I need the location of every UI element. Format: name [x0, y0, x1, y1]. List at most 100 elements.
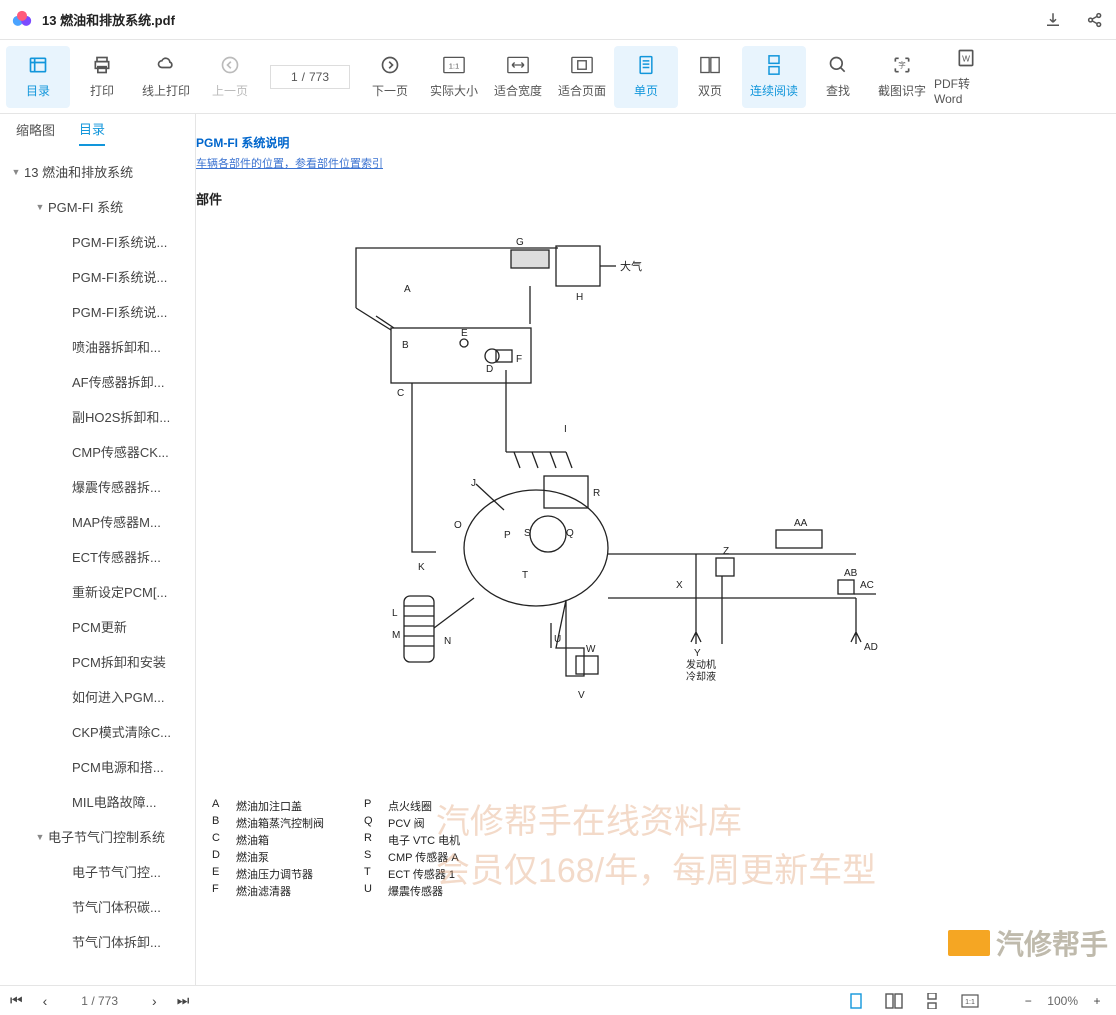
- svg-text:V: V: [578, 690, 585, 701]
- tab-thumbnail[interactable]: 缩略图: [16, 120, 55, 145]
- tree-node[interactable]: PCM电源和搭...: [0, 749, 195, 784]
- svg-text:M: M: [392, 630, 400, 641]
- tree-node[interactable]: MIL电路故障...: [0, 784, 195, 819]
- tree-node[interactable]: PCM拆卸和安装: [0, 644, 195, 679]
- double-view-icon[interactable]: [885, 992, 903, 1010]
- legend-row: P点火线圈: [364, 798, 460, 814]
- tree-node[interactable]: 爆震传感器拆...: [0, 469, 195, 504]
- tree-node[interactable]: CKP模式清除C...: [0, 714, 195, 749]
- tab-toc[interactable]: 目录: [79, 119, 105, 146]
- legend-row: U爆震传感器: [364, 883, 460, 899]
- tree-node[interactable]: 副HO2S拆卸和...: [0, 399, 195, 434]
- svg-text:大气: 大气: [620, 259, 642, 273]
- svg-text:AB: AB: [844, 568, 858, 579]
- tree-node[interactable]: PGM-FI系统说...: [0, 224, 195, 259]
- chevron-down-icon: ▼: [10, 167, 22, 177]
- svg-text:T: T: [522, 570, 528, 581]
- toc-button[interactable]: 目录: [6, 46, 70, 108]
- tree-node[interactable]: 节气门体拆卸...: [0, 924, 195, 959]
- search-icon: [827, 54, 849, 76]
- first-page-icon[interactable]: ⏮: [10, 992, 23, 1009]
- tree-node[interactable]: 重新设定PCM[...: [0, 574, 195, 609]
- download-icon[interactable]: [1044, 11, 1062, 29]
- tree-node[interactable]: AF传感器拆卸...: [0, 364, 195, 399]
- single-view-icon[interactable]: [847, 992, 865, 1010]
- online-print-label: 线上打印: [142, 82, 190, 99]
- view-controls: 1:1 − 100% +: [847, 992, 1106, 1010]
- zoom-in-icon[interactable]: +: [1088, 992, 1106, 1010]
- svg-text:J: J: [471, 478, 476, 489]
- next-page-icon[interactable]: ›: [152, 993, 157, 1009]
- ratio-view-icon[interactable]: 1:1: [961, 992, 979, 1010]
- tree-node[interactable]: ECT传感器拆...: [0, 539, 195, 574]
- page-number-box[interactable]: 1 / 773: [262, 46, 358, 108]
- tree-node[interactable]: 如何进入PGM...: [0, 679, 195, 714]
- page-sep: /: [302, 70, 305, 84]
- svg-text:B: B: [402, 340, 409, 351]
- tree-node-throttle[interactable]: ▼电子节气门控制系统: [0, 819, 195, 854]
- tree-node[interactable]: 节气门体积碳...: [0, 889, 195, 924]
- svg-text:Z: Z: [723, 546, 729, 557]
- page-link[interactable]: 车辆各部件的位置，参看部件位置索引: [196, 155, 1116, 171]
- tree-node[interactable]: PCM更新: [0, 609, 195, 644]
- double-page-label: 双页: [698, 82, 722, 99]
- continuous-button[interactable]: 连续阅读: [742, 46, 806, 108]
- tree-node[interactable]: PGM-FI系统说...: [0, 259, 195, 294]
- zoom-control: − 100% +: [1019, 992, 1106, 1010]
- content-area: 缩略图 目录 ▼13 燃油和排放系统 ▼PGM-FI 系统 PGM-FI系统说.…: [0, 114, 1116, 985]
- cloud-print-icon: [155, 54, 177, 76]
- double-page-button[interactable]: 双页: [678, 46, 742, 108]
- page-current: 1: [291, 70, 298, 84]
- actual-size-icon: 1:1: [443, 54, 465, 76]
- single-page-button[interactable]: 单页: [614, 46, 678, 108]
- zoom-out-icon[interactable]: −: [1019, 992, 1037, 1010]
- document-view[interactable]: PGM-FI 系统说明 车辆各部件的位置，参看部件位置索引 部件 大气 A G …: [196, 114, 1116, 985]
- svg-text:U: U: [554, 634, 561, 645]
- svg-text:C: C: [397, 388, 404, 399]
- svg-text:S: S: [524, 528, 531, 539]
- legend-row: QPCV 阀: [364, 815, 460, 831]
- single-page-icon: [635, 54, 657, 76]
- fit-width-button[interactable]: 适合宽度: [486, 46, 550, 108]
- toc-tree: ▼13 燃油和排放系统 ▼PGM-FI 系统 PGM-FI系统说... PGM-…: [0, 150, 195, 985]
- fit-page-button[interactable]: 适合页面: [550, 46, 614, 108]
- chevron-down-icon: ▼: [34, 202, 46, 212]
- document-title: 13 燃油和排放系统.pdf: [42, 10, 1044, 29]
- bottom-page-number: 1 / 773: [81, 994, 118, 1008]
- prev-page-button[interactable]: 上一页: [198, 46, 262, 108]
- search-button[interactable]: 查找: [806, 46, 870, 108]
- print-button[interactable]: 打印: [70, 46, 134, 108]
- actual-size-button[interactable]: 1:1 实际大小: [422, 46, 486, 108]
- prev-page-icon: [219, 54, 241, 76]
- next-page-button[interactable]: 下一页: [358, 46, 422, 108]
- last-page-icon[interactable]: ⏭: [177, 992, 190, 1009]
- prev-page-icon[interactable]: ‹: [43, 993, 48, 1009]
- ocr-button[interactable]: 字 截图识字: [870, 46, 934, 108]
- to-word-label: PDF转Word: [934, 75, 998, 106]
- tree-node[interactable]: 喷油器拆卸和...: [0, 329, 195, 364]
- print-icon: [91, 54, 113, 76]
- svg-text:冷却液: 冷却液: [686, 670, 716, 683]
- tree-node[interactable]: MAP传感器M...: [0, 504, 195, 539]
- actual-size-label: 实际大小: [430, 82, 478, 99]
- svg-text:N: N: [444, 636, 451, 647]
- online-print-button[interactable]: 线上打印: [134, 46, 198, 108]
- continuous-view-icon[interactable]: [923, 992, 941, 1010]
- tree-node-pgmfi[interactable]: ▼PGM-FI 系统: [0, 189, 195, 224]
- continuous-label: 连续阅读: [750, 82, 798, 99]
- svg-text:A: A: [404, 284, 411, 295]
- tree-node[interactable]: CMP传感器CK...: [0, 434, 195, 469]
- legend-row: F燃油滤清器: [212, 883, 324, 899]
- legend-row: B燃油箱蒸汽控制阀: [212, 815, 324, 831]
- to-word-button[interactable]: W PDF转Word: [934, 46, 998, 108]
- document-page: PGM-FI 系统说明 车辆各部件的位置，参看部件位置索引 部件 大气 A G …: [196, 114, 1116, 985]
- share-icon[interactable]: [1086, 11, 1104, 29]
- tree-node-root[interactable]: ▼13 燃油和排放系统: [0, 154, 195, 189]
- svg-text:AD: AD: [864, 642, 878, 653]
- zoom-level: 100%: [1047, 994, 1078, 1008]
- tree-node[interactable]: PGM-FI系统说...: [0, 294, 195, 329]
- legend-row: D燃油泵: [212, 849, 324, 865]
- tree-node[interactable]: 电子节气门控...: [0, 854, 195, 889]
- svg-text:D: D: [486, 364, 493, 375]
- single-page-label: 单页: [634, 82, 658, 99]
